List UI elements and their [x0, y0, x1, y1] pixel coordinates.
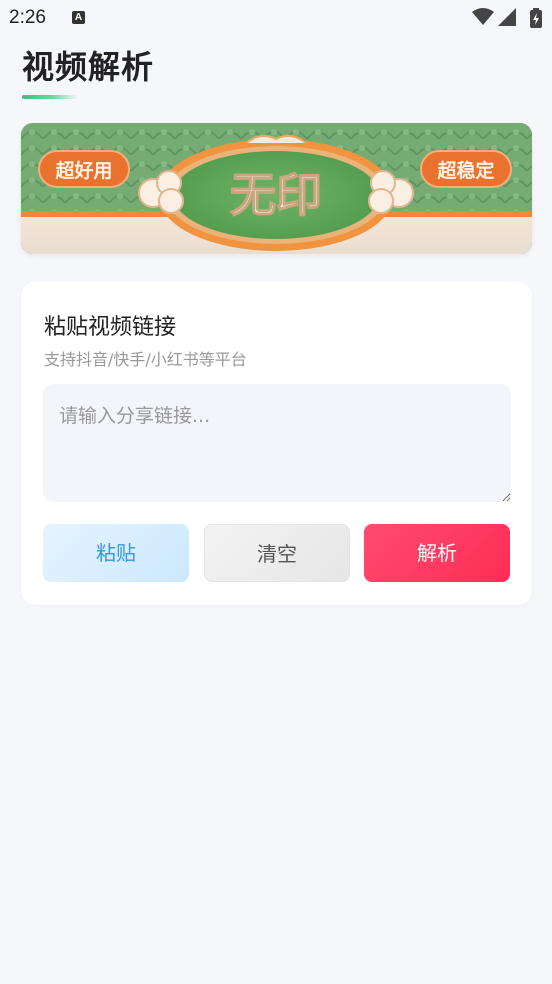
- battery-icon: [530, 8, 542, 28]
- clear-button[interactable]: 清空: [204, 524, 350, 582]
- banner-center-text: 无印: [230, 168, 322, 222]
- parse-button[interactable]: 解析: [364, 524, 510, 582]
- link-input[interactable]: [43, 384, 511, 502]
- link-card: 粘贴视频链接 支持抖音/快手/小红书等平台 请输入分享链接... 粘贴 清空 解…: [21, 282, 532, 605]
- notification-a-icon: A: [72, 11, 85, 24]
- status-bar: 2:26 A: [0, 0, 552, 36]
- banner-graphic: 无印 超好用 超稳定: [21, 123, 532, 254]
- status-time: 2:26: [9, 7, 46, 28]
- cell-signal-icon: [498, 8, 516, 26]
- wifi-icon: [472, 8, 494, 25]
- page-title: 视频解析: [22, 48, 155, 86]
- card-title: 粘贴视频链接: [44, 315, 177, 340]
- title-underline: [22, 95, 78, 99]
- banner-image[interactable]: 无印 超好用 超稳定: [21, 123, 532, 254]
- card-subtitle: 支持抖音/快手/小红书等平台: [44, 350, 247, 369]
- paste-button[interactable]: 粘贴: [43, 524, 189, 582]
- banner-left-badge: 超好用: [54, 159, 112, 182]
- banner-right-badge: 超稳定: [436, 159, 494, 182]
